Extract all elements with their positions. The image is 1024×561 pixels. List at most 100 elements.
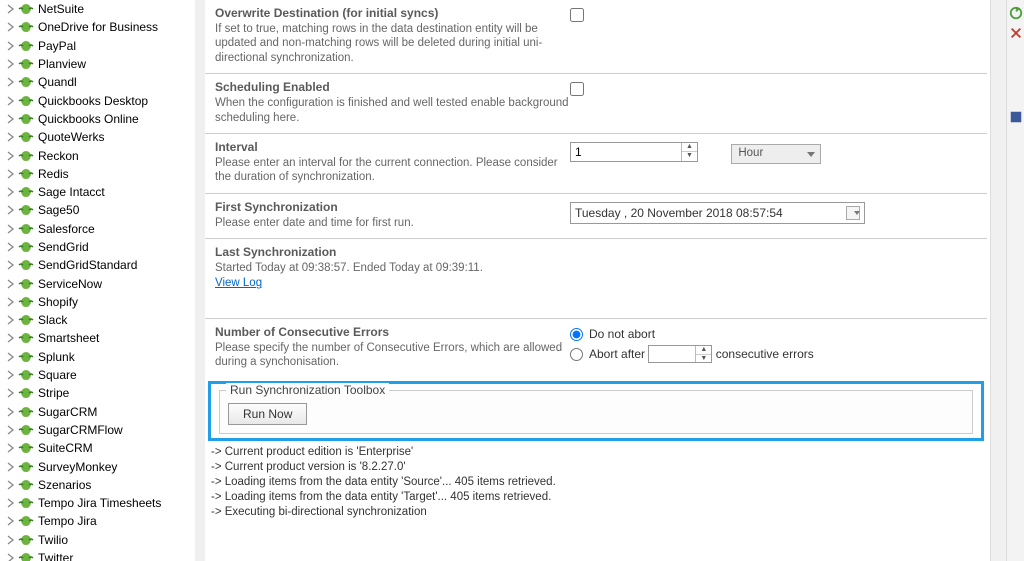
sidebar-item[interactable]: Shopify (0, 293, 200, 311)
settings-panel: Overwrite Destination (for initial syncs… (205, 0, 995, 561)
sidebar-item-label: Redis (38, 167, 69, 181)
overwrite-checkbox[interactable] (570, 8, 584, 22)
radio-abort-after[interactable] (570, 348, 583, 361)
sidebar-item-label: Splunk (38, 350, 75, 364)
sidebar-item[interactable]: SugarCRM (0, 403, 200, 421)
sidebar-item[interactable]: Tempo Jira Timesheets (0, 494, 200, 512)
sidebar-item-label: SendGrid (38, 240, 89, 254)
sidebar-item[interactable]: PayPal (0, 37, 200, 55)
sidebar-item[interactable]: Smartsheet (0, 329, 200, 347)
close-icon[interactable] (1009, 26, 1023, 40)
radio-do-not-abort[interactable] (570, 328, 583, 341)
sidebar-item-label: OneDrive for Business (38, 20, 158, 34)
toolbox-legend: Run Synchronization Toolbox (226, 383, 389, 397)
sidebar-item-label: Reckon (38, 149, 79, 163)
scheduling-checkbox[interactable] (570, 82, 584, 96)
spinner-up[interactable]: ▲ (696, 346, 711, 355)
sidebar-item-label: QuoteWerks (38, 130, 104, 144)
sidebar-item[interactable]: Quandl (0, 73, 200, 91)
setting-overwrite: Overwrite Destination (for initial syncs… (205, 0, 987, 74)
setting-interval: Interval Please enter an interval for th… (205, 134, 987, 194)
sidebar-item[interactable]: Planview (0, 55, 200, 73)
setting-last-sync: Last Synchronization Started Today at 09… (205, 239, 987, 319)
sidebar-item-label: Tempo Jira (38, 514, 97, 528)
sidebar-item[interactable]: QuoteWerks (0, 128, 200, 146)
sidebar-item-label: ServiceNow (38, 277, 102, 291)
sidebar-item[interactable]: NetSuite (0, 0, 200, 18)
info-icon[interactable] (1009, 110, 1023, 124)
setting-desc: Started Today at 09:38:57. Ended Today a… (215, 261, 570, 275)
sidebar-item-label: SugarCRM (38, 405, 97, 419)
sidebar-item-label: Quandl (38, 75, 77, 89)
sidebar-item-label: Square (38, 368, 77, 382)
sidebar-item[interactable]: Slack (0, 311, 200, 329)
spinner-down[interactable]: ▼ (696, 355, 711, 363)
setting-title: Overwrite Destination (for initial syncs… (215, 6, 570, 20)
interval-input[interactable] (571, 143, 681, 161)
sidebar-item-label: Szenarios (38, 478, 91, 492)
radio-label: Do not abort (589, 327, 655, 341)
sidebar-item[interactable]: Splunk (0, 348, 200, 366)
sidebar-item-label: SurveyMonkey (38, 460, 117, 474)
setting-title: First Synchronization (215, 200, 570, 214)
view-log-link[interactable]: View Log (215, 277, 262, 289)
first-sync-datetime[interactable]: Tuesday , 20 November 2018 08:57:54 (570, 202, 865, 224)
sidebar-item[interactable]: Square (0, 366, 200, 384)
sidebar-item[interactable]: Reckon (0, 146, 200, 164)
sidebar-item[interactable]: Twitter (0, 549, 200, 561)
sidebar-item-label: Sage Intacct (38, 185, 105, 199)
sidebar-item[interactable]: Redis (0, 165, 200, 183)
sidebar-item[interactable]: Stripe (0, 384, 200, 402)
sidebar-item-label: Quickbooks Online (38, 112, 139, 126)
sidebar-item[interactable]: SurveyMonkey (0, 457, 200, 475)
setting-title: Interval (215, 140, 570, 154)
spinner-down[interactable]: ▼ (682, 152, 697, 161)
sync-log: -> Current product edition is 'Enterpris… (211, 445, 981, 520)
sidebar-item[interactable]: Szenarios (0, 476, 200, 494)
sidebar-item[interactable]: Quickbooks Desktop (0, 91, 200, 109)
setting-desc: Please specify the number of Consecutive… (215, 341, 570, 370)
sidebar-item[interactable]: SendGridStandard (0, 256, 200, 274)
datetime-value: Tuesday , 20 November 2018 08:57:54 (575, 206, 783, 220)
chevron-down-icon[interactable] (854, 211, 860, 215)
setting-desc: Please enter an interval for the current… (215, 156, 570, 185)
setting-consecutive-errors: Number of Consecutive Errors Please spec… (205, 319, 987, 378)
sidebar-item-label: NetSuite (38, 2, 84, 16)
sidebar-item[interactable]: SendGrid (0, 238, 200, 256)
run-now-button[interactable]: Run Now (228, 403, 307, 425)
run-sync-toolbox: Run Synchronization Toolbox Run Now (208, 381, 984, 441)
setting-desc: Please enter date and time for first run… (215, 216, 570, 230)
sidebar-item[interactable]: Sage Intacct (0, 183, 200, 201)
sidebar-item-label: SugarCRMFlow (38, 423, 123, 437)
interval-unit-combo[interactable]: Hour (731, 144, 821, 164)
sidebar-item[interactable]: SugarCRMFlow (0, 421, 200, 439)
sidebar-item[interactable]: Salesforce (0, 220, 200, 238)
connector-tree: NetSuite OneDrive for Business PayPal Planv… (0, 0, 200, 561)
sidebar-item[interactable]: Sage50 (0, 201, 200, 219)
sidebar-item-label: Shopify (38, 295, 78, 309)
sidebar-item[interactable]: Quickbooks Online (0, 110, 200, 128)
sidebar-scrollbar[interactable] (195, 0, 205, 561)
sidebar-item-label: Quickbooks Desktop (38, 94, 148, 108)
sidebar-item-label: Smartsheet (38, 331, 99, 345)
refresh-icon[interactable] (1009, 6, 1023, 20)
interval-spinner[interactable]: ▲ ▼ (570, 142, 698, 162)
sidebar-item[interactable]: OneDrive for Business (0, 18, 200, 36)
radio-label-post: consecutive errors (716, 347, 814, 361)
sidebar-item-label: Twilio (38, 533, 68, 547)
abort-after-spinner[interactable]: ▲ ▼ (648, 345, 712, 363)
spinner-up[interactable]: ▲ (682, 143, 697, 153)
sidebar-item-label: PayPal (38, 39, 76, 53)
sidebar-item[interactable]: SuiteCRM (0, 439, 200, 457)
setting-title: Scheduling Enabled (215, 80, 570, 94)
abort-count-input[interactable] (649, 346, 689, 362)
sidebar-item-label: SuiteCRM (38, 441, 93, 455)
sidebar-item[interactable]: Tempo Jira (0, 512, 200, 530)
main-scrollbar[interactable] (990, 0, 1006, 561)
sidebar-item[interactable]: ServiceNow (0, 274, 200, 292)
sidebar-item-label: Salesforce (38, 222, 95, 236)
setting-desc: When the configuration is finished and w… (215, 96, 570, 125)
sidebar-item-label: SendGridStandard (38, 258, 137, 272)
sidebar-item[interactable]: Twilio (0, 531, 200, 549)
setting-title: Last Synchronization (215, 245, 570, 259)
